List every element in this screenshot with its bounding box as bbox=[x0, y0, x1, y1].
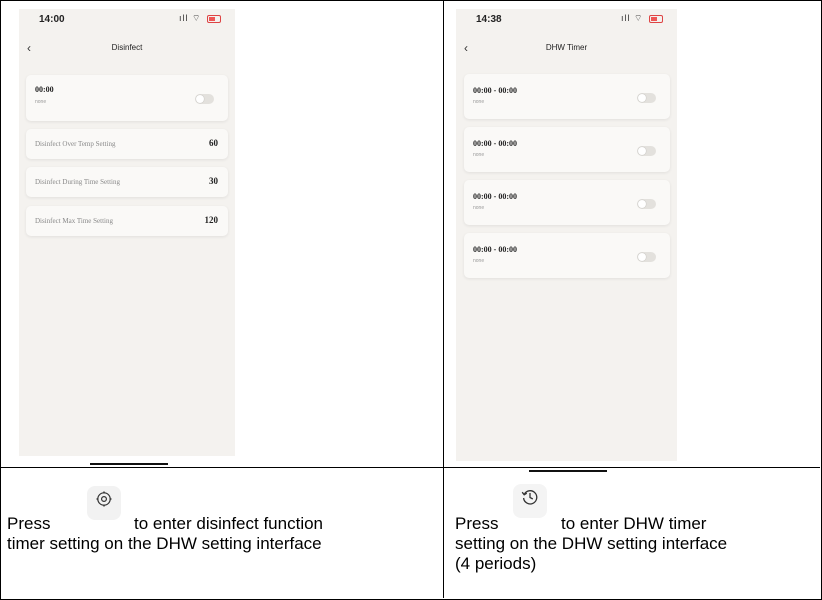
battery-icon bbox=[649, 14, 663, 23]
caption-press: Press bbox=[7, 514, 51, 533]
timer-period-card[interactable]: 00:00 - 00:00 none bbox=[464, 233, 670, 278]
setting-label: Disinfect Over Temp Setting bbox=[35, 140, 116, 148]
caption-text: to enter disinfect function bbox=[134, 514, 324, 533]
setting-value: 60 bbox=[209, 138, 218, 148]
caption-press: Press bbox=[455, 514, 499, 533]
status-bar: 14:38 ıll ⌔ bbox=[456, 13, 677, 29]
period-toggle[interactable] bbox=[637, 199, 656, 209]
status-bar: 14:00 ıll ⌔ bbox=[19, 13, 235, 29]
period-toggle[interactable] bbox=[637, 93, 656, 103]
dhw-timer-screen: 14:38 ıll ⌔ ‹ DHW Timer 00:00 - 00:00 no… bbox=[456, 9, 677, 461]
page-title: DHW Timer bbox=[545, 43, 588, 52]
setting-row-during-time[interactable]: Disinfect During Time Setting 30 bbox=[26, 167, 228, 197]
timer-icon bbox=[513, 484, 547, 518]
schedule-time: 00:00 bbox=[35, 85, 54, 94]
home-indicator bbox=[529, 470, 607, 472]
status-time: 14:00 bbox=[39, 14, 65, 25]
timer-period-card[interactable]: 00:00 - 00:00 none bbox=[464, 74, 670, 119]
nav-bar: ‹ DHW Timer bbox=[456, 41, 677, 57]
period-sub: none bbox=[473, 99, 485, 105]
caption-line-2: timer setting on the DHW setting interfa… bbox=[7, 534, 322, 553]
period-sub: none bbox=[473, 205, 485, 211]
setting-row-over-temp[interactable]: Disinfect Over Temp Setting 60 bbox=[26, 129, 228, 159]
schedule-toggle[interactable] bbox=[195, 94, 214, 104]
setting-value: 120 bbox=[204, 215, 219, 225]
setting-row-max-time[interactable]: Disinfect Max Time Setting 120 bbox=[26, 206, 228, 236]
period-time: 00:00 - 00:00 bbox=[473, 245, 517, 254]
signal-icon: ıll bbox=[179, 13, 189, 23]
gear-icon bbox=[87, 486, 121, 520]
setting-label: Disinfect Max Time Setting bbox=[35, 217, 113, 225]
disinfect-screen: 14:00 ıll ⌔ ‹ Disinfect 00:00 none Disin… bbox=[19, 9, 235, 456]
period-toggle[interactable] bbox=[637, 252, 656, 262]
wifi-icon: ⌔ bbox=[192, 13, 202, 23]
signal-icon: ıll bbox=[621, 13, 631, 23]
right-caption: Press to enter DHW timer setting on the … bbox=[455, 484, 815, 574]
period-time: 00:00 - 00:00 bbox=[473, 139, 517, 148]
home-indicator bbox=[90, 463, 168, 465]
nav-bar: ‹ Disinfect bbox=[19, 41, 235, 57]
timer-period-card[interactable]: 00:00 - 00:00 none bbox=[464, 127, 670, 172]
status-icons: ıll ⌔ bbox=[179, 13, 221, 24]
timer-period-card[interactable]: 00:00 - 00:00 none bbox=[464, 180, 670, 225]
table-divider-horizontal bbox=[0, 467, 820, 468]
schedule-sub: none bbox=[35, 99, 47, 105]
period-sub: none bbox=[473, 258, 485, 264]
setting-value: 30 bbox=[209, 176, 218, 186]
status-time: 14:38 bbox=[476, 14, 502, 25]
status-icons: ıll ⌔ bbox=[621, 13, 663, 24]
caption-text: to enter DHW timer bbox=[561, 514, 707, 533]
wifi-icon: ⌔ bbox=[634, 13, 644, 23]
setting-label: Disinfect During Time Setting bbox=[35, 178, 120, 186]
caption-line-3: (4 periods) bbox=[455, 554, 537, 573]
table-divider-vertical bbox=[443, 0, 444, 598]
left-caption: Press to enter disinfect function timer … bbox=[7, 486, 437, 554]
period-sub: none bbox=[473, 152, 485, 158]
period-time: 00:00 - 00:00 bbox=[473, 192, 517, 201]
disinfect-schedule-card[interactable]: 00:00 none bbox=[26, 75, 228, 121]
period-toggle[interactable] bbox=[637, 146, 656, 156]
page-title: Disinfect bbox=[111, 43, 143, 52]
caption-line-2: setting on the DHW setting interface bbox=[455, 534, 728, 553]
battery-icon bbox=[207, 14, 221, 23]
period-time: 00:00 - 00:00 bbox=[473, 86, 517, 95]
